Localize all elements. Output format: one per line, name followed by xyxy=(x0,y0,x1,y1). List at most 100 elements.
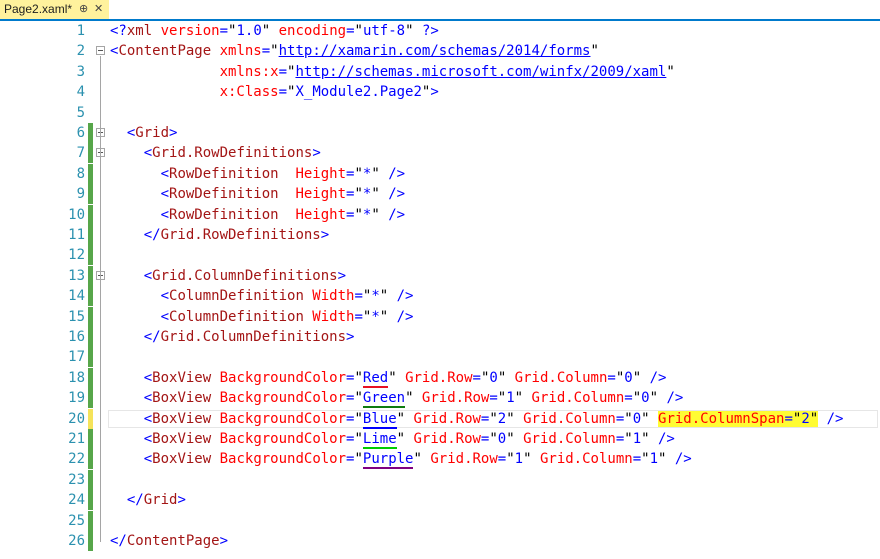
code-line[interactable]: 21 <BoxView BackgroundColor="Lime" Grid.… xyxy=(0,429,880,449)
line-number: 20 xyxy=(68,410,85,427)
line-number: 19 xyxy=(68,390,85,407)
code-token: = xyxy=(346,23,355,39)
code-line[interactable]: 6 <Grid> xyxy=(0,123,880,143)
code-token: = xyxy=(615,431,625,447)
code-text[interactable]: </ContentPage> xyxy=(110,531,228,551)
code-line[interactable]: 3 xmlns:x= "http://schemas.microsoft.com/… xyxy=(0,62,880,82)
code-token: " xyxy=(666,63,675,80)
code-text[interactable]: <BoxView BackgroundColor="Red" Grid.Row=… xyxy=(110,368,666,388)
code-line[interactable]: 12 xyxy=(0,245,880,266)
code-token: 1 xyxy=(632,431,642,447)
code-text[interactable]: <?xml version="1.0" encoding="utf-8" ?> xyxy=(110,21,439,41)
code-token: > xyxy=(219,533,229,549)
code-line[interactable]: 18 <BoxView BackgroundColor="Red" Grid.R… xyxy=(0,367,880,388)
code-text[interactable]: x:Class="X_Module2.Page2"> xyxy=(110,82,439,102)
outline-guide xyxy=(100,158,101,236)
line-number: 14 xyxy=(68,288,85,305)
code-line[interactable]: 10 <RowDefinition Height="*" /> xyxy=(0,204,880,225)
code-line[interactable]: 14 <ColumnDefinition Width="*" /> xyxy=(0,286,880,307)
code-token: " xyxy=(371,165,380,182)
code-line[interactable]: 17 xyxy=(0,347,880,368)
code-text[interactable]: <Grid.RowDefinitions> xyxy=(110,143,321,163)
code-text[interactable]: xmlns:x= "http://schemas.microsoft.com/wi… xyxy=(110,62,675,82)
code-text[interactable]: </Grid.ColumnDefinitions> xyxy=(110,327,355,347)
code-token: </ xyxy=(126,492,144,509)
code-line[interactable]: 1 <?xml version="1.0" encoding="utf-8" ?> xyxy=(0,21,880,41)
code-line[interactable]: 7 <Grid.RowDefinitions> xyxy=(0,143,880,164)
collapse-icon[interactable] xyxy=(96,46,105,56)
line-number: 18 xyxy=(68,369,85,386)
code-text[interactable]: <BoxView BackgroundColor="Lime" Grid.Row… xyxy=(110,429,675,449)
code-line[interactable]: 4 x:Class="X_Module2.Page2"> xyxy=(0,82,880,102)
code-line[interactable]: 26 </ContentPage> xyxy=(0,531,880,551)
code-line[interactable]: 11 </Grid.RowDefinitions> xyxy=(0,225,880,245)
change-tracking-bar xyxy=(88,143,93,164)
code-token: * xyxy=(371,288,380,305)
code-text[interactable]: <ColumnDefinition Width="*" /> xyxy=(110,307,414,327)
code-token: BoxView xyxy=(152,431,212,447)
close-icon[interactable]: ✕ xyxy=(94,0,103,19)
tab-page2-xaml[interactable]: Page2.xaml* ⊕ ✕ xyxy=(0,0,109,19)
code-token: " xyxy=(590,43,599,60)
code-line[interactable]: 9 <RowDefinition Height="*" /> xyxy=(0,184,880,205)
code-token: " xyxy=(506,431,515,447)
code-token: > xyxy=(320,227,330,243)
code-token: Grid.RowDefinitions xyxy=(152,145,313,162)
code-token: Grid.Row xyxy=(413,390,490,407)
code-text[interactable]: <BoxView BackgroundColor="Green" Grid.Ro… xyxy=(110,388,683,409)
code-token: ContentPage xyxy=(118,43,212,60)
code-line[interactable]: 13 <Grid.ColumnDefinitions> xyxy=(0,265,880,286)
code-token: > xyxy=(337,267,347,284)
code-token: Red xyxy=(362,369,389,388)
code-text[interactable]: </Grid> xyxy=(110,490,186,510)
code-token: Width xyxy=(303,308,355,325)
code-token: > xyxy=(346,329,355,345)
code-token: </ xyxy=(143,227,161,243)
code-text[interactable]: <RowDefinition Height="*" /> xyxy=(110,205,406,225)
code-line[interactable]: 23 xyxy=(0,469,880,490)
code-line[interactable]: 24 </Grid> xyxy=(0,490,880,511)
code-line[interactable]: 8 <RowDefinition Height="*" /> xyxy=(0,163,880,184)
code-token: < xyxy=(143,390,153,407)
code-token: < xyxy=(160,206,170,223)
code-token: /> xyxy=(649,431,675,447)
pin-icon[interactable]: ⊕ xyxy=(79,0,88,19)
line-number: 6 xyxy=(76,125,85,141)
code-text[interactable]: <ColumnDefinition Width="*" /> xyxy=(110,286,414,306)
code-text[interactable]: <BoxView BackgroundColor="Purple" Grid.R… xyxy=(110,449,692,470)
code-editor[interactable]: 1 <?xml version="1.0" encoding="utf-8" ?>… xyxy=(0,21,880,559)
code-token: BackgroundColor xyxy=(211,451,347,468)
code-text[interactable]: <ContentPage xmlns="http://xamarin.com/s… xyxy=(110,41,599,61)
code-text[interactable]: <RowDefinition Height="*" /> xyxy=(110,184,406,204)
change-tracking-bar xyxy=(88,225,93,245)
code-line[interactable]: 25 xyxy=(0,510,880,531)
code-line[interactable]: 5 xyxy=(0,103,880,123)
code-token: = xyxy=(784,410,793,427)
change-tracking-bar xyxy=(88,429,93,449)
code-line[interactable]: 16 </Grid.ColumnDefinitions> xyxy=(0,327,880,347)
code-token: Width xyxy=(303,288,355,305)
code-token: BackgroundColor xyxy=(211,410,347,427)
line-number: 11 xyxy=(68,227,85,243)
code-text[interactable]: <Grid> xyxy=(110,123,178,143)
code-token: 2 xyxy=(801,410,810,427)
code-token: " xyxy=(489,431,498,447)
line-number: 21 xyxy=(68,431,85,447)
code-line[interactable]: 15 <ColumnDefinition Width="*" /> xyxy=(0,306,880,327)
code-line[interactable]: 2 <ContentPage xmlns="http://xamarin.com/… xyxy=(0,41,880,61)
code-token: Lime xyxy=(362,431,397,449)
tab-title: Page2.xaml* xyxy=(4,2,73,16)
code-line[interactable]: 20 <BoxView BackgroundColor="Blue" Grid.… xyxy=(0,408,880,429)
line-number: 15 xyxy=(68,308,85,325)
code-line[interactable]: 19 <BoxView BackgroundColor="Green" Grid… xyxy=(0,388,880,409)
code-text[interactable]: <BoxView BackgroundColor="Blue" Grid.Row… xyxy=(110,409,844,429)
change-tracking-bar xyxy=(88,408,93,429)
code-text[interactable]: <RowDefinition Height="*" /> xyxy=(110,164,406,184)
code-line[interactable]: 22 <BoxView BackgroundColor="Purple" Gri… xyxy=(0,449,880,470)
code-text[interactable]: </Grid.RowDefinitions> xyxy=(110,225,329,245)
code-text[interactable]: <Grid.ColumnDefinitions> xyxy=(110,266,346,286)
code-token: 1 xyxy=(514,451,524,468)
